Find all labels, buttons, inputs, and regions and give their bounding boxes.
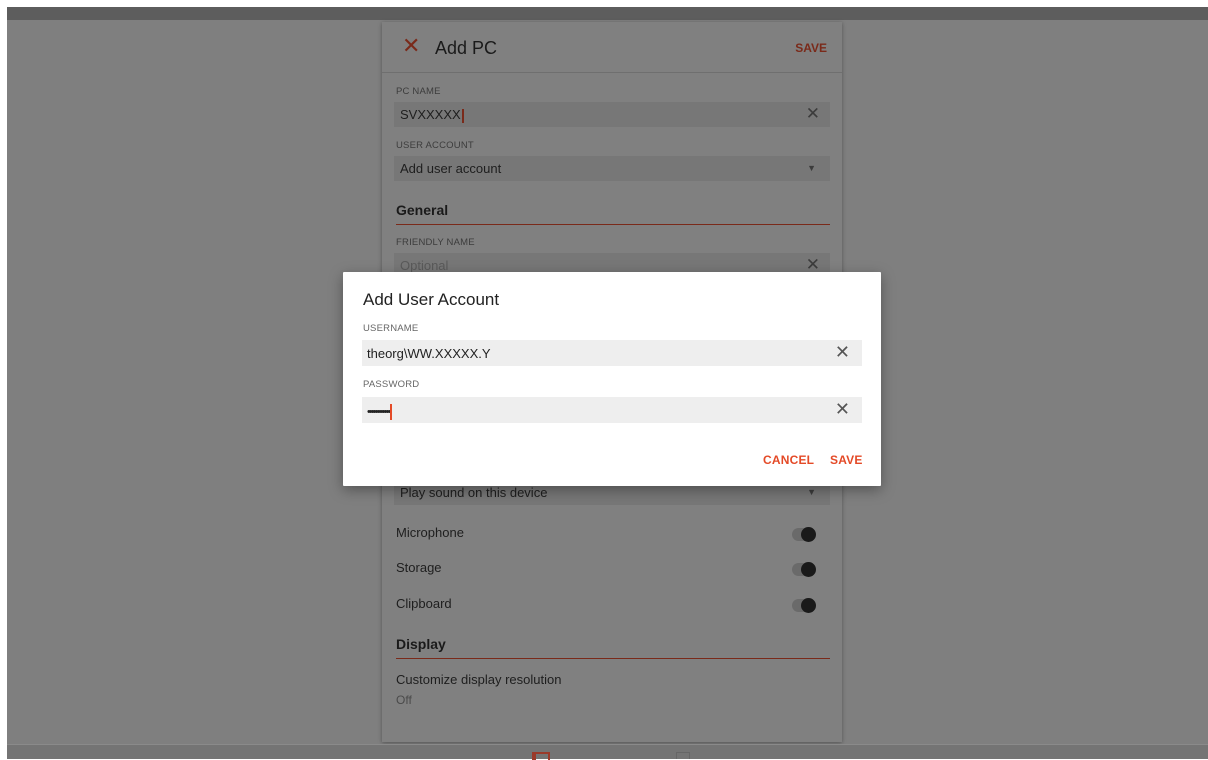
- storage-toggle[interactable]: [792, 562, 816, 577]
- app-window: ✕ Add PC SAVE PC NAME SVXXXXX ✕ USER ACC…: [0, 0, 1208, 760]
- dropdown-arrow-icon: ▼: [807, 487, 816, 497]
- dropdown-arrow-icon: ▼: [807, 163, 816, 173]
- pc-name-value: SVXXXXX: [400, 107, 461, 122]
- microphone-toggle[interactable]: [792, 527, 816, 542]
- user-account-value: Add user account: [400, 161, 502, 176]
- top-strip: [7, 7, 1208, 20]
- friendly-name-label: FRIENDLY NAME: [396, 237, 475, 248]
- pc-name-field[interactable]: SVXXXXX ✕: [394, 102, 830, 127]
- friendly-name-placeholder: Optional: [400, 258, 449, 273]
- user-account-label: USER ACCOUNT: [396, 140, 474, 151]
- close-icon[interactable]: ✕: [402, 35, 420, 57]
- display-resolution-value: Off: [396, 693, 412, 707]
- clear-password-icon[interactable]: ✕: [835, 399, 850, 420]
- section-display: Display: [396, 636, 830, 659]
- sound-value: Play sound on this device: [400, 485, 548, 500]
- username-value: theorg\WW.XXXXX.Y: [367, 346, 491, 361]
- clipboard-toggle[interactable]: [792, 598, 816, 613]
- password-label: PASSWORD: [363, 379, 420, 390]
- section-general: General: [396, 202, 830, 225]
- display-resolution-label[interactable]: Customize display resolution: [396, 672, 561, 687]
- microphone-label: Microphone: [396, 525, 464, 540]
- pc-tab-icon[interactable]: [532, 752, 550, 760]
- password-value: ••••••••••••: [367, 406, 391, 418]
- clipboard-label: Clipboard: [396, 596, 452, 611]
- storage-label: Storage: [396, 560, 442, 575]
- bottom-nav-bar: [7, 744, 1208, 759]
- user-account-select[interactable]: Add user account ▼: [394, 156, 830, 181]
- cancel-button[interactable]: CANCEL: [763, 453, 814, 467]
- clear-icon[interactable]: ✕: [806, 104, 820, 124]
- dialog-title: Add User Account: [363, 290, 500, 309]
- add-user-account-dialog: Add User Account USERNAME theorg\WW.XXXX…: [343, 272, 881, 486]
- username-field[interactable]: theorg\WW.XXXXX.Y ✕: [362, 340, 862, 366]
- username-label: USERNAME: [363, 323, 419, 334]
- clear-username-icon[interactable]: ✕: [835, 342, 850, 363]
- panel-save-button[interactable]: SAVE: [795, 41, 827, 55]
- pc-name-label: PC NAME: [396, 86, 441, 97]
- panel-header: ✕ Add PC SAVE: [382, 22, 842, 73]
- panel-title: Add PC: [435, 38, 498, 58]
- dialog-save-button[interactable]: SAVE: [830, 453, 863, 467]
- password-field[interactable]: •••••••••••• ✕: [362, 397, 862, 423]
